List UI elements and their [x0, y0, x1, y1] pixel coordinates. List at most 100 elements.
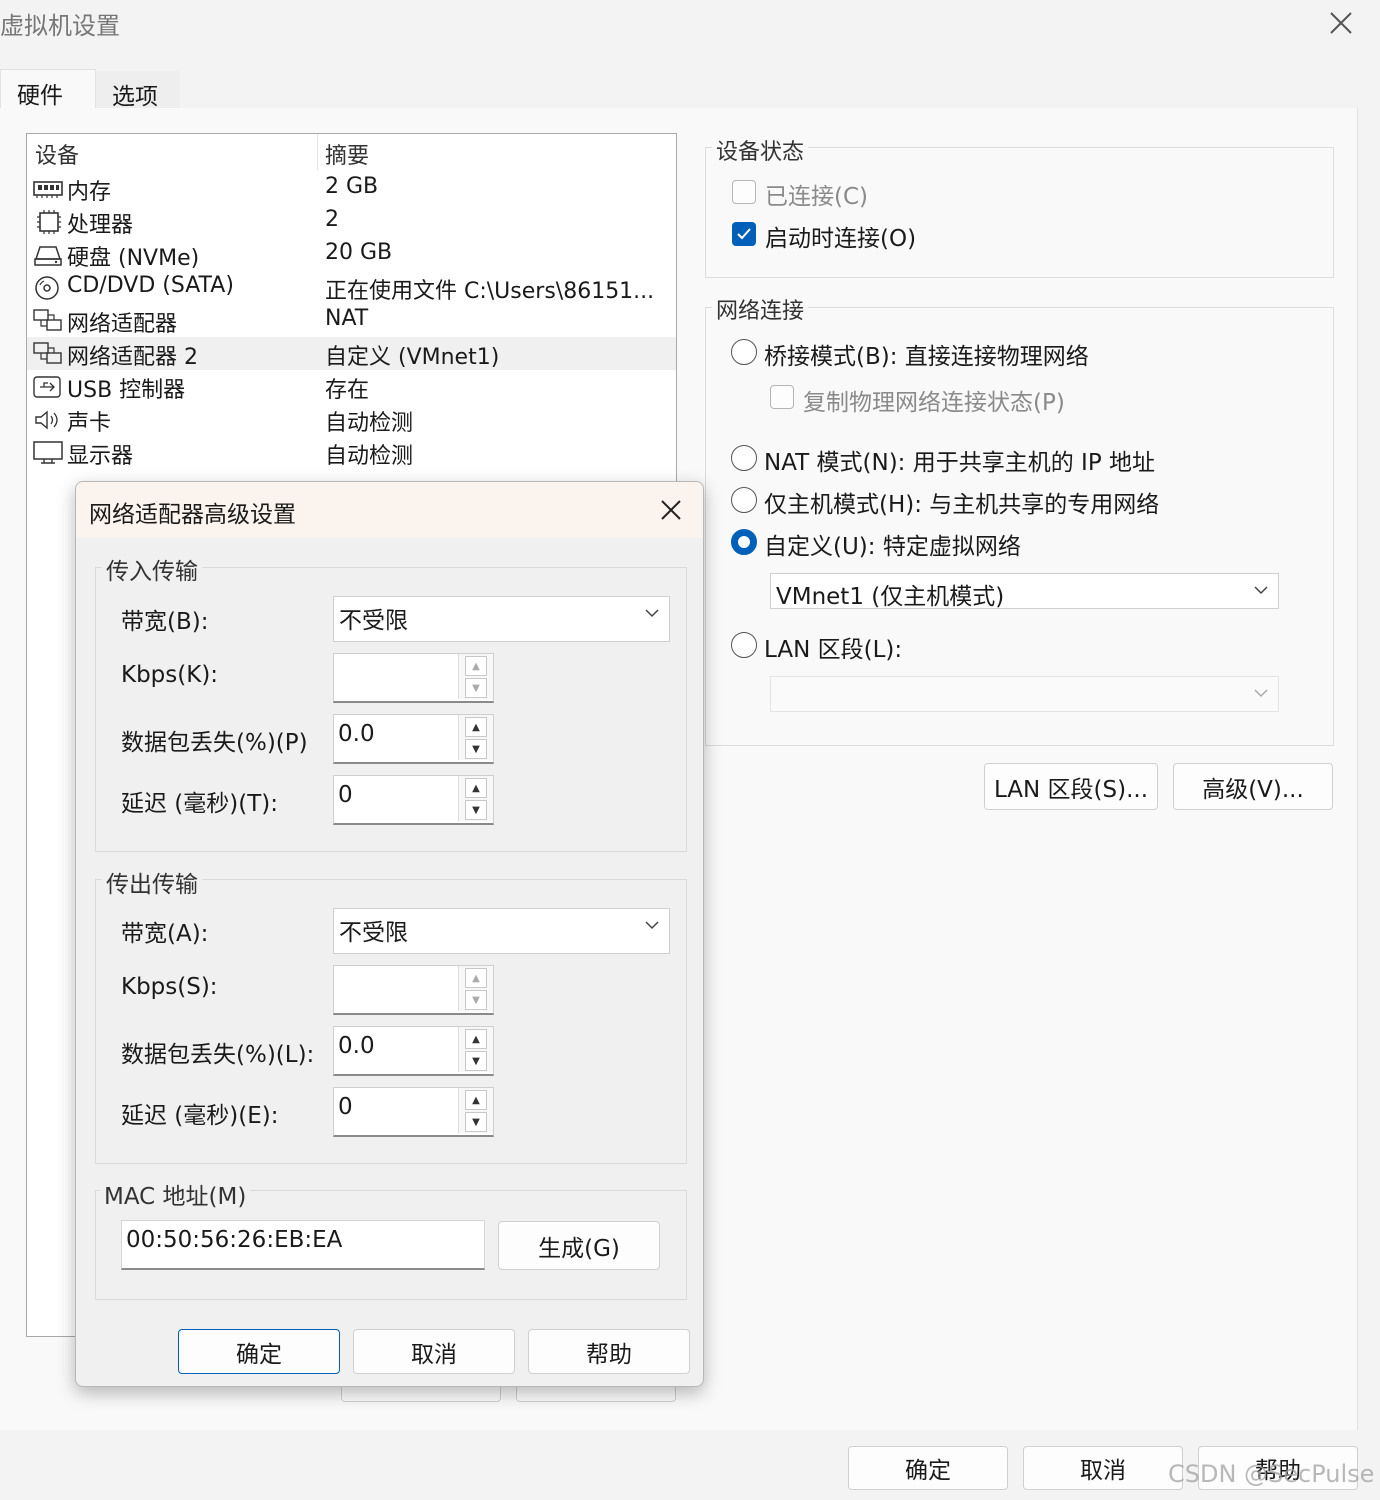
device-summary: 自定义 (VMnet1): [325, 345, 500, 370]
device-name: 内存: [67, 180, 112, 205]
mac-address-input[interactable]: 00:50:56:26:EB:EA: [121, 1220, 485, 1270]
generate-mac-button[interactable]: 生成(G): [498, 1221, 660, 1270]
up-arrow-icon[interactable]: ▲: [465, 717, 487, 737]
close-button[interactable]: [1322, 6, 1360, 40]
outgoing-latency-value: 0: [338, 1094, 353, 1120]
tab-hardware[interactable]: 硬件: [0, 69, 96, 109]
stepper-arrows: ▲ ▼: [458, 1027, 493, 1072]
up-arrow-icon[interactable]: ▲: [465, 1090, 487, 1110]
network-icon: [33, 342, 62, 364]
incoming-kbps-label: Kbps(K):: [121, 662, 219, 688]
device-row-network-adapter-2[interactable]: 网络适配器 2 自定义 (VMnet1): [27, 337, 676, 370]
incoming-label: 传入传输: [102, 552, 202, 586]
network-icon: [33, 309, 62, 331]
chevron-down-icon: [645, 921, 659, 930]
outgoing-kbps-stepper[interactable]: ▲ ▼: [333, 965, 494, 1015]
device-summary: 存在: [325, 378, 370, 403]
device-row-memory[interactable]: 内存 2 GB: [27, 172, 676, 205]
outgoing-bandwidth-select[interactable]: 不受限: [333, 908, 670, 954]
device-name: 显示器: [67, 444, 134, 469]
bridged-radio[interactable]: [731, 339, 757, 365]
device-row-cd-dvd[interactable]: CD/DVD (SATA) 正在使用文件 C:\Users\86151...: [27, 271, 676, 304]
down-arrow-icon[interactable]: ▼: [465, 800, 487, 820]
outgoing-label: 传出传输: [102, 865, 202, 899]
device-name: 硬盘 (NVMe): [67, 246, 200, 271]
up-arrow-icon[interactable]: ▲: [465, 656, 487, 676]
incoming-loss-label: 数据包丢失(%)(P): [121, 730, 308, 756]
device-name: USB 控制器: [67, 378, 186, 403]
device-name: 网络适配器 2: [67, 345, 198, 370]
replicate-state-checkbox[interactable]: [770, 385, 794, 409]
device-status-group: [705, 147, 1334, 278]
host-only-radio[interactable]: [731, 487, 757, 513]
dialog-title: 网络适配器高级设置: [89, 502, 296, 528]
device-row-display[interactable]: 显示器 自动检测: [27, 436, 676, 469]
dialog-help-button[interactable]: 帮助: [528, 1329, 690, 1374]
lan-segment-select[interactable]: [770, 676, 1279, 712]
incoming-bandwidth-value: 不受限: [339, 608, 408, 634]
outgoing-latency-stepper[interactable]: 0 ▲ ▼: [333, 1087, 494, 1137]
memory-icon: [33, 181, 63, 198]
lan-segments-button[interactable]: LAN 区段(S)...: [984, 763, 1158, 810]
lan-segment-radio[interactable]: [731, 632, 757, 658]
device-name: CD/DVD (SATA): [67, 273, 234, 298]
device-summary: 自动检测: [325, 411, 414, 436]
down-arrow-icon[interactable]: ▼: [465, 739, 487, 759]
stepper-arrows: ▲ ▼: [458, 966, 493, 1011]
advanced-button[interactable]: 高级(V)...: [1173, 763, 1333, 810]
incoming-loss-stepper[interactable]: 0.0 ▲ ▼: [333, 714, 494, 764]
up-arrow-icon[interactable]: ▲: [465, 778, 487, 798]
device-summary: 正在使用文件 C:\Users\86151...: [325, 279, 655, 304]
incoming-kbps-stepper[interactable]: ▲ ▼: [333, 653, 494, 703]
incoming-latency-label: 延迟 (毫秒)(T):: [121, 791, 279, 817]
outgoing-loss-label: 数据包丢失(%)(L):: [121, 1042, 315, 1068]
nat-radio[interactable]: [731, 445, 757, 471]
outgoing-latency-label: 延迟 (毫秒)(E):: [121, 1103, 279, 1129]
custom-network-select[interactable]: VMnet1 (仅主机模式): [770, 573, 1279, 610]
mac-address-value: 00:50:56:26:EB:EA: [126, 1227, 343, 1253]
device-row-network-adapter[interactable]: 网络适配器 NAT: [27, 304, 676, 337]
cancel-button[interactable]: 取消: [1023, 1446, 1183, 1490]
replicate-state-label: 复制物理网络连接状态(P): [803, 390, 1065, 416]
device-row-usb-controller[interactable]: USB 控制器 存在: [27, 370, 676, 403]
chevron-down-icon: [645, 609, 659, 618]
close-icon: [1330, 12, 1352, 34]
tab-options[interactable]: 选项: [96, 71, 180, 110]
outgoing-loss-stepper[interactable]: 0.0 ▲ ▼: [333, 1026, 494, 1076]
host-only-label: 仅主机模式(H): 与主机共享的专用网络: [764, 492, 1160, 518]
device-row-hard-disk[interactable]: 硬盘 (NVMe) 20 GB: [27, 238, 676, 271]
device-row-processor[interactable]: 处理器 2: [27, 205, 676, 238]
outgoing-bandwidth-value: 不受限: [339, 920, 408, 946]
dialog-close-button[interactable]: [654, 494, 688, 526]
chevron-down-icon: [1254, 586, 1268, 595]
stepper-arrows: ▲ ▼: [458, 715, 493, 760]
connected-checkbox[interactable]: [732, 180, 756, 204]
down-arrow-icon[interactable]: ▼: [465, 678, 487, 698]
dialog-cancel-button[interactable]: 取消: [353, 1329, 515, 1374]
connect-at-power-on-checkbox[interactable]: [732, 222, 756, 246]
usb-icon: [33, 376, 61, 398]
device-row-sound-card[interactable]: 声卡 自动检测: [27, 403, 676, 436]
custom-radio[interactable]: [731, 529, 757, 555]
up-arrow-icon[interactable]: ▲: [465, 1029, 487, 1049]
connect-at-power-on-label: 启动时连接(O): [765, 226, 917, 252]
device-summary: NAT: [325, 306, 369, 331]
device-column-header[interactable]: 设备: [35, 138, 79, 170]
device-summary: 2 GB: [325, 174, 379, 199]
outgoing-loss-value: 0.0: [338, 1033, 375, 1059]
incoming-latency-stepper[interactable]: 0 ▲ ▼: [333, 775, 494, 825]
summary-column-header[interactable]: 摘要: [325, 138, 369, 170]
dialog-ok-button[interactable]: 确定: [178, 1329, 340, 1374]
down-arrow-icon[interactable]: ▼: [465, 1112, 487, 1132]
down-arrow-icon[interactable]: ▼: [465, 1051, 487, 1071]
ok-button[interactable]: 确定: [848, 1446, 1008, 1490]
device-status-label: 设备状态: [712, 134, 809, 166]
incoming-bandwidth-select[interactable]: 不受限: [333, 596, 670, 642]
dialog-title-bar: 网络适配器高级设置: [76, 482, 703, 538]
down-arrow-icon[interactable]: ▼: [465, 990, 487, 1010]
window-title: 虚拟机设置: [0, 12, 120, 40]
up-arrow-icon[interactable]: ▲: [465, 968, 487, 988]
disk-icon: [34, 246, 62, 266]
incoming-loss-value: 0.0: [338, 721, 375, 747]
outgoing-kbps-label: Kbps(S):: [121, 974, 218, 1000]
